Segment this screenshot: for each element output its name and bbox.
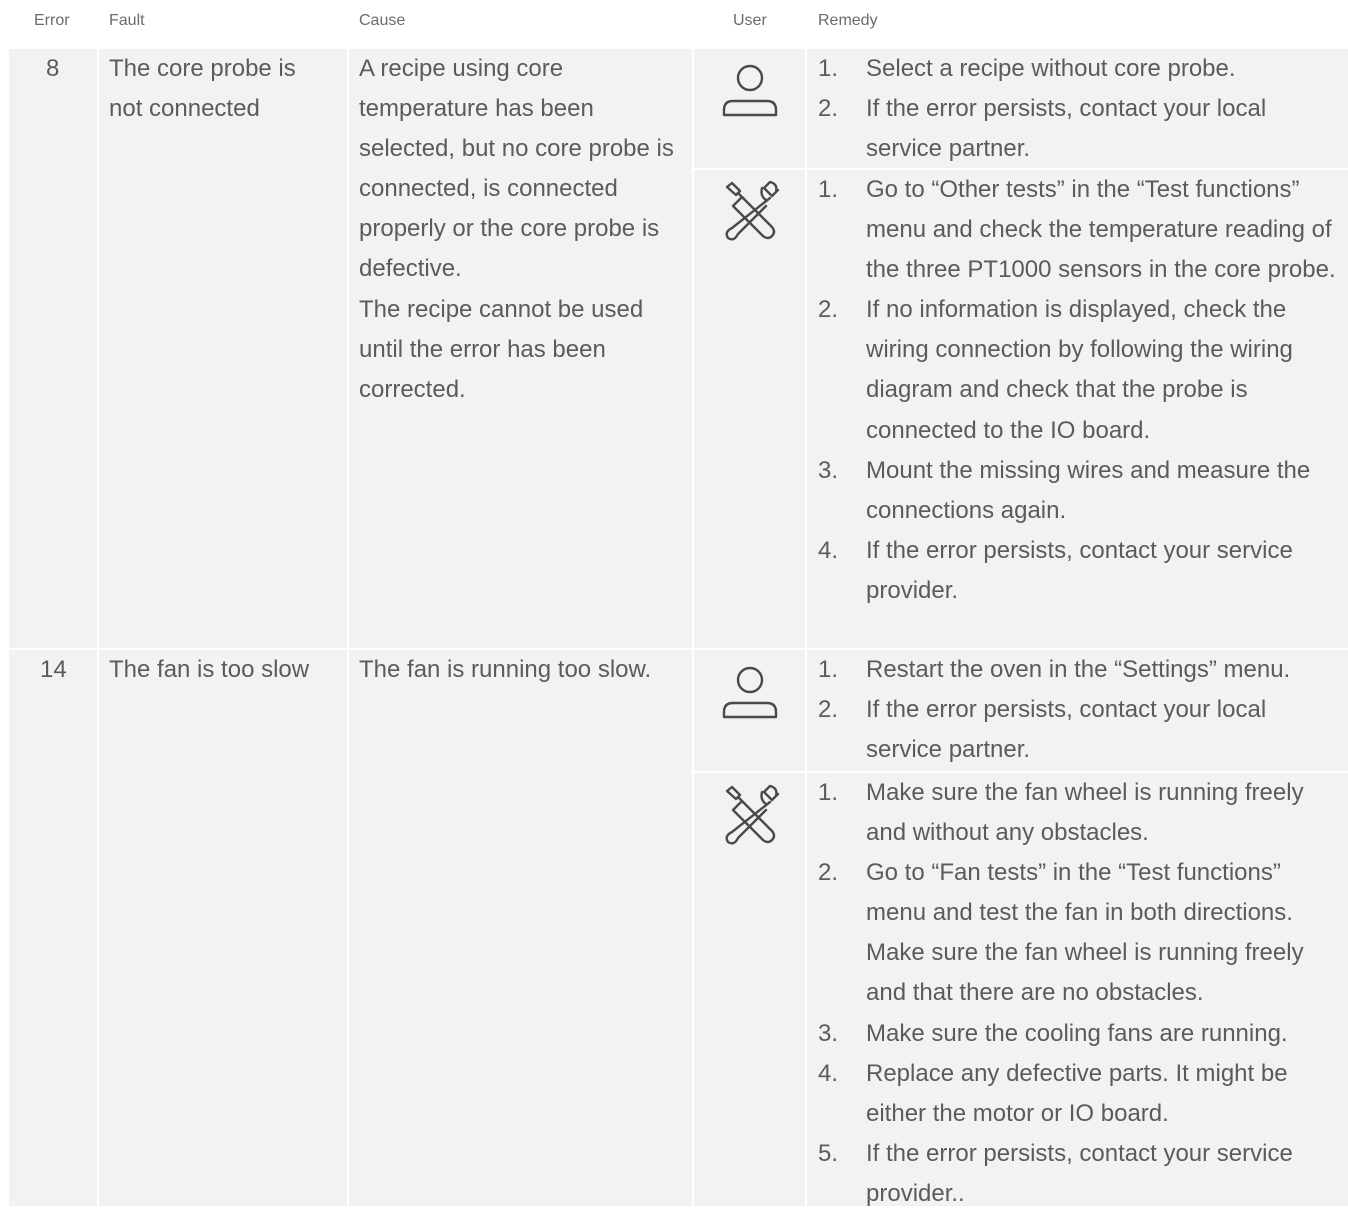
header-fault: Fault xyxy=(109,12,145,29)
row2-error-code: 14 xyxy=(40,656,67,683)
tools-icon xyxy=(718,178,782,242)
row2-cause: The fan is running too slow. xyxy=(359,656,652,683)
header-remedy: Remedy xyxy=(818,12,878,29)
list-item: 1. Restart the oven in the “Settings” men… xyxy=(818,656,1291,683)
row1-cause: A recipe using core temperature has been… xyxy=(359,55,674,403)
header-cause: Cause xyxy=(359,12,406,29)
tools-icon xyxy=(718,782,782,846)
row2-error-cell xyxy=(9,650,97,1206)
row1-user-steps: 1. Select a recipe without core probe. 2.… xyxy=(818,49,1346,169)
list-item: 3. Make sure the cooling fans are running… xyxy=(818,1019,1288,1047)
list-item: 5. If the error persists, contact your se… xyxy=(818,1139,1293,1207)
row1-service-steps: 1. Go to “Other tests” in the “Test funct… xyxy=(818,170,1346,611)
row2-service-steps: 1. Make sure the fan wheel is running fre… xyxy=(818,773,1346,1214)
list-item: 4. Replace any defective parts. It might … xyxy=(818,1059,1288,1127)
row2-user-steps: 1. Restart the oven in the “Settings” men… xyxy=(818,650,1346,770)
row2-fault: The fan is too slow xyxy=(109,656,310,683)
list-item: 3. Mount the missing wires and measure th… xyxy=(818,456,1311,524)
row1-error-cell xyxy=(9,49,97,648)
list-item: 1. Make sure the fan wheel is running fre… xyxy=(818,779,1304,847)
row1-fault-cell xyxy=(99,49,347,648)
list-item: 2. If the error persists, contact your lo… xyxy=(818,696,1267,764)
list-item: 4. If the error persists, contact your se… xyxy=(818,536,1293,604)
list-item: 1. Select a recipe without core probe. xyxy=(818,55,1236,82)
row2-cause-cell xyxy=(349,650,692,1206)
person-icon xyxy=(718,660,782,724)
list-item: 1. Go to “Other tests” in the “Test funct… xyxy=(818,176,1336,284)
list-item: 2. If no information is displayed, check … xyxy=(818,296,1293,444)
row1-error-code: 8 xyxy=(46,55,60,82)
row2-fault-cell xyxy=(99,650,347,1206)
person-icon xyxy=(718,58,782,122)
row1-fault: The core probe is not connected xyxy=(109,55,296,123)
header-user: User xyxy=(733,12,767,29)
list-item: 2. If the error persists, contact your lo… xyxy=(818,95,1267,163)
list-item: 2. Go to “Fan tests” in the “Test functio… xyxy=(818,859,1304,1007)
header-error: Error xyxy=(34,12,70,29)
